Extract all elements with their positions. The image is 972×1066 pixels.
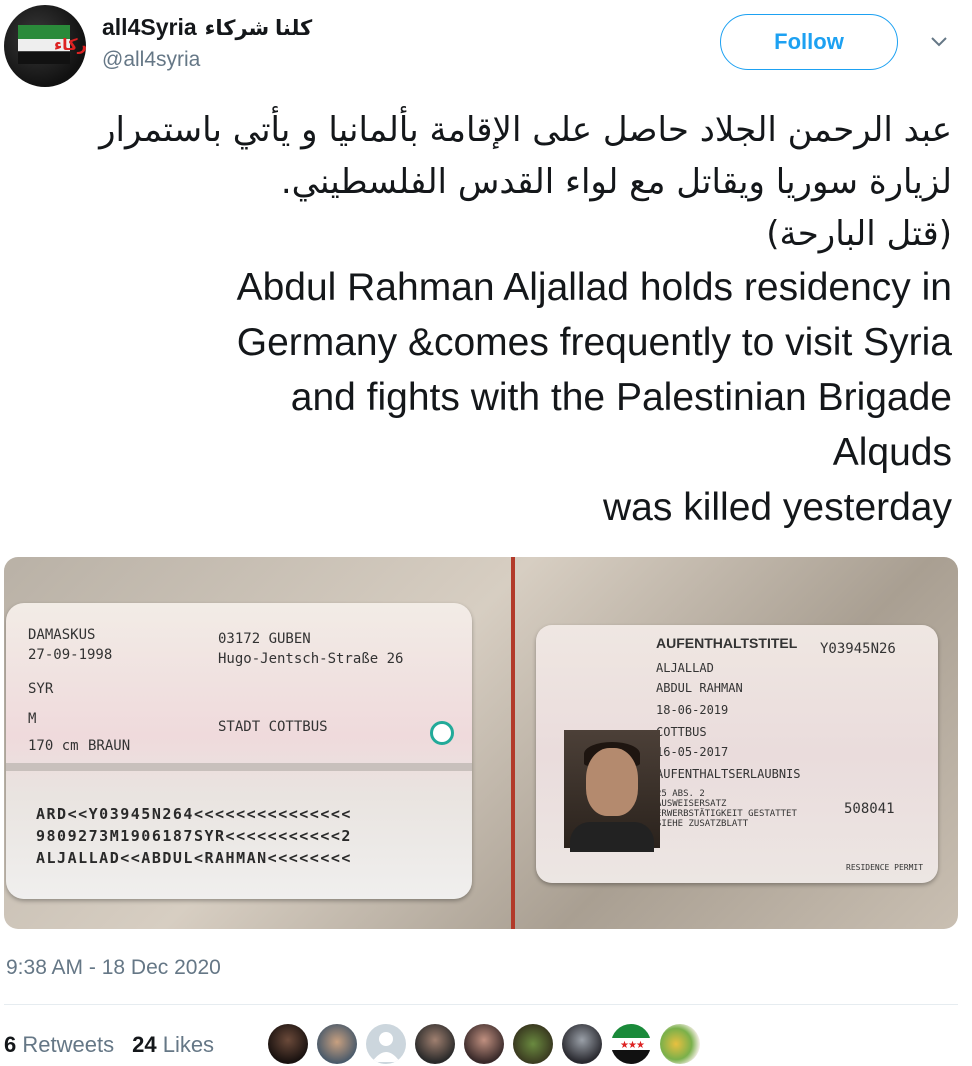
permit-type: AUFENTHALTSERLAUBNIS [656, 767, 801, 781]
likes-link[interactable]: 24 Likes [132, 1032, 214, 1058]
card-logo-icon [430, 721, 454, 745]
permit-given-name: ABDUL RAHMAN [656, 681, 743, 695]
chevron-down-icon[interactable] [928, 30, 950, 52]
tweet-line-en-1: Abdul Rahman Aljallad holds residency in [236, 266, 952, 309]
birth-date: 27-09-1998 [28, 647, 113, 663]
liker-avatar[interactable] [562, 1024, 602, 1064]
permit-valid-until: 18-06-2019 [656, 703, 729, 717]
permit-footer: RESIDENCE PERMIT [846, 863, 924, 872]
liker-avatar[interactable]: ★ ★ ★ [611, 1024, 651, 1064]
birth-place: DAMASKUS [28, 627, 96, 643]
permit-note-2: AUSWEISERSATZ [656, 799, 727, 809]
tweet-line-en-2: Germany &comes frequently to visit Syria [236, 321, 952, 364]
liker-avatar[interactable] [415, 1024, 455, 1064]
postal-code: 03172 GUBEN [218, 631, 311, 647]
permit-place: COTTBUS [656, 725, 707, 739]
author-name-row[interactable]: all4Syria كلنا شركاء [102, 14, 312, 41]
id-card-back: DAMASKUS 27-09-1998 SYR M 170 cm BRAUN 0… [6, 603, 472, 899]
permit-surname: ALJALLAD [656, 661, 714, 675]
height: 170 cm [28, 738, 79, 754]
tweet-line-ar-1: عبد الرحمن الجلاد حاصل على الإقامة بألما… [99, 110, 952, 150]
tweet-line-en-3: and fights with the Palestinian Brigade [290, 376, 952, 419]
likes-label: Likes [162, 1032, 215, 1057]
nationality: SYR [28, 681, 54, 697]
syrian-flag-icon: ★ ★ ★ [611, 1024, 651, 1064]
tweet-text: عبد الرحمن الجلاد حاصل على الإقامة بألما… [12, 104, 952, 535]
author-display-name[interactable]: all4Syria [102, 14, 197, 41]
permit-portrait [564, 730, 660, 852]
eye-color: BRAUN [88, 738, 131, 754]
mrz-line-1: ARD<<Y03945N264<<<<<<<<<<<<<<< [36, 805, 352, 823]
retweets-count: 6 [4, 1032, 17, 1057]
svg-text:★: ★ [636, 1040, 645, 1051]
issuing-authority: STADT COTTBUS [218, 719, 328, 735]
likes-count: 24 [132, 1032, 157, 1057]
permit-note-1: 25 ABS. 2 [656, 789, 705, 799]
permit-title: AUFENTHALTSTITEL [656, 635, 798, 651]
mrz-line-3: ALJALLAD<<ABDUL<RAHMAN<<<<<<<< [36, 849, 352, 867]
liker-avatar[interactable] [464, 1024, 504, 1064]
engagement-stats: 6 Retweets 24 Likes [4, 1032, 214, 1058]
photo-divider [511, 557, 515, 929]
author-handle[interactable]: @all4syria [102, 48, 200, 72]
liker-avatars: ★ ★ ★ [268, 1024, 700, 1064]
permit-note-3: ERWERBSTÄTIGKEIT GESTATTET [656, 809, 797, 819]
retweets-label: Retweets [22, 1032, 115, 1057]
liker-avatar[interactable] [317, 1024, 357, 1064]
liker-avatar[interactable] [513, 1024, 553, 1064]
liker-avatar[interactable] [660, 1024, 700, 1064]
avatar-logo-text: شركاء [54, 37, 86, 54]
tweet-photo[interactable]: DAMASKUS 27-09-1998 SYR M 170 cm BRAUN 0… [4, 557, 958, 929]
tweet-timestamp[interactable]: 9:38 AM - 18 Dec 2020 [6, 956, 221, 980]
portrait-face [586, 748, 638, 816]
sex: M [28, 711, 37, 727]
divider [4, 1004, 958, 1005]
street-address: Hugo-Jentsch-Straße 26 [218, 651, 404, 667]
liker-avatar[interactable] [268, 1024, 308, 1064]
permit-issued: 16-05-2017 [656, 745, 729, 759]
author-display-name-arabic[interactable]: كلنا شركاء [205, 16, 313, 41]
follow-button[interactable]: Follow [720, 14, 898, 70]
permit-serial: 508041 [844, 801, 895, 817]
residence-permit-card: AUFENTHALTSTITEL Y03945N26 ALJALLAD ABDU… [536, 625, 938, 883]
tweet-line-ar-3: (قتل البارحة) [766, 214, 952, 254]
tweet-line-en-4: Alquds [832, 431, 952, 474]
tweet-line-en-5: was killed yesterday [603, 486, 952, 529]
tweet-line-ar-2: لزيارة سوريا ويقاتل مع لواء القدس الفلسط… [280, 162, 952, 202]
default-profile-icon [372, 1032, 400, 1062]
portrait-shirt [570, 822, 654, 852]
permit-doc-number: Y03945N26 [820, 641, 896, 657]
author-avatar[interactable]: شركاء [4, 5, 86, 87]
liker-avatar[interactable] [366, 1024, 406, 1064]
card-stripe [6, 763, 472, 771]
retweets-link[interactable]: 6 Retweets [4, 1032, 114, 1058]
permit-note-4: SIEHE ZUSATZBLATT [656, 819, 749, 829]
mrz-line-2: 9809273M1906187SYR<<<<<<<<<<<2 [36, 827, 352, 845]
